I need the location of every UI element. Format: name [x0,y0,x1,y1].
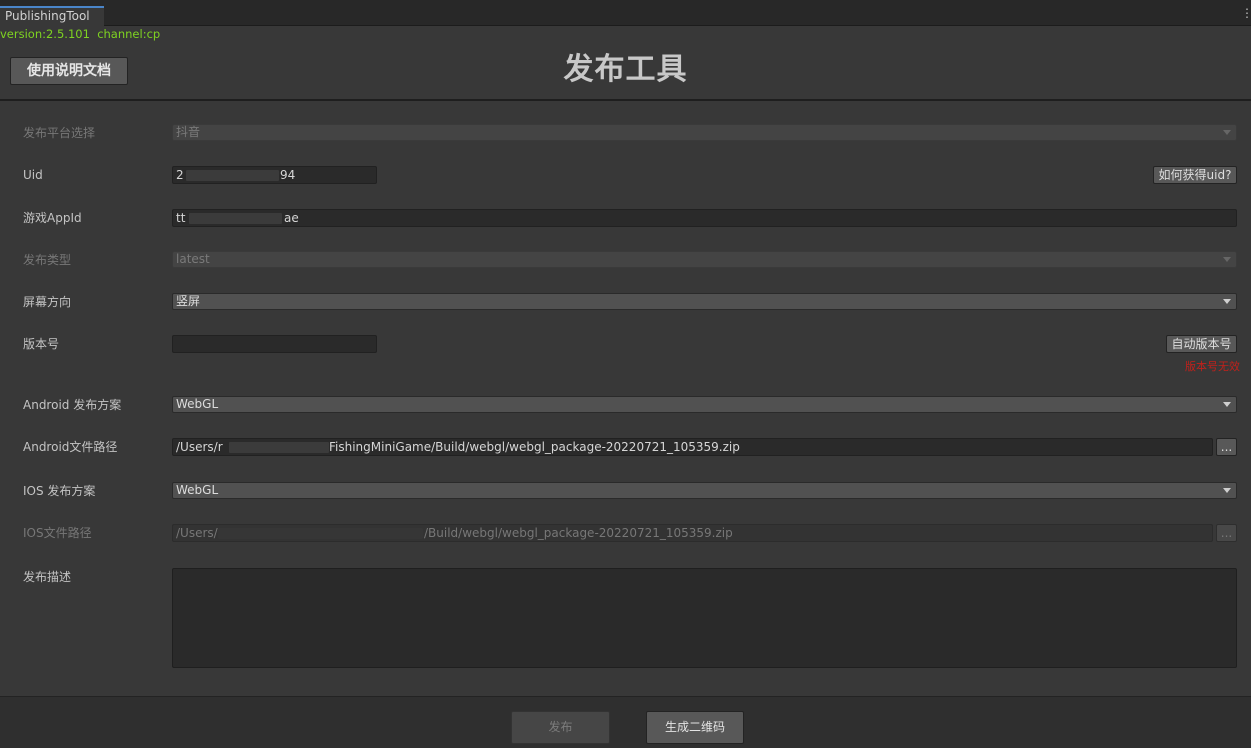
android-scheme-label: Android 发布方案 [23,398,122,412]
ios-path-value-end: /Build/webgl/webgl_package-20220721_1053… [424,526,733,540]
description-label: 发布描述 [23,570,72,584]
ios-scheme-value: WebGL [176,483,219,497]
android-path-value-start: /Users/r [176,440,223,454]
android-path-input[interactable]: /Users/r FishingMiniGame/Build/webgl/web… [172,438,1213,456]
orientation-value: 竖屏 [176,294,201,308]
orientation-dropdown[interactable]: 竖屏 [172,293,1237,310]
ios-path-value-start: /Users/ [176,526,218,540]
redacted-mask [186,170,279,181]
android-scheme-value: WebGL [176,397,219,411]
chevron-down-icon [1223,130,1231,135]
platform-value: 抖音 [176,125,201,139]
publish-type-label: 发布类型 [23,253,72,267]
ios-browse-button: ... [1216,524,1237,542]
redacted-mask [218,528,423,539]
ios-path-label: IOS文件路径 [23,526,92,540]
uid-value-start: 2 [176,168,184,182]
orientation-label: 屏幕方向 [23,295,72,309]
header-divider [0,99,1251,101]
platform-dropdown: 抖音 [172,124,1237,141]
chevron-down-icon [1223,488,1231,493]
appid-value-start: tt [176,211,186,225]
chevron-down-icon [1223,257,1231,262]
publish-type-value: latest [176,252,210,266]
android-browse-button[interactable]: ... [1216,438,1237,456]
chevron-down-icon [1223,299,1231,304]
android-path-value-end: FishingMiniGame/Build/webgl/webgl_packag… [329,440,740,454]
page-title: 发布工具 [563,52,688,87]
ios-path-input: /Users/ /Build/webgl/webgl_package-20220… [172,524,1213,542]
more-options-icon[interactable]: ⋮ [1241,7,1251,19]
android-path-label: Android文件路径 [23,440,118,454]
platform-label: 发布平台选择 [23,126,96,140]
generate-qr-code-button[interactable]: 生成二维码 [646,711,744,744]
version-input[interactable] [172,335,377,353]
ios-scheme-label: IOS 发布方案 [23,484,96,498]
uid-value-end: 94 [280,168,296,182]
uid-label: Uid [23,168,43,182]
description-textarea[interactable] [172,568,1237,668]
appid-value-end: ae [284,211,299,225]
footer-bar [0,697,1251,748]
version-info: version:2.5.101 channel:cp [0,27,161,41]
version-label: 版本号 [23,337,60,351]
appid-input[interactable]: tt ae [172,209,1237,227]
android-scheme-dropdown[interactable]: WebGL [172,396,1237,413]
chevron-down-icon [1223,402,1231,407]
tab-publishing-tool[interactable]: PublishingTool [0,6,104,26]
publish-button: 发布 [511,711,610,744]
uid-input[interactable]: 2 94 [172,166,377,184]
appid-label: 游戏AppId [23,211,82,225]
redacted-mask [229,442,329,453]
how-to-get-uid-button[interactable]: 如何获得uid? [1153,166,1237,184]
window-tab-bar: PublishingTool ⋮ [0,0,1251,26]
publish-type-dropdown: latest [172,251,1237,268]
ios-scheme-dropdown[interactable]: WebGL [172,482,1237,499]
version-invalid-warning: 版本号无效 [1185,360,1240,373]
auto-version-button[interactable]: 自动版本号 [1166,335,1237,353]
redacted-mask [189,213,282,224]
